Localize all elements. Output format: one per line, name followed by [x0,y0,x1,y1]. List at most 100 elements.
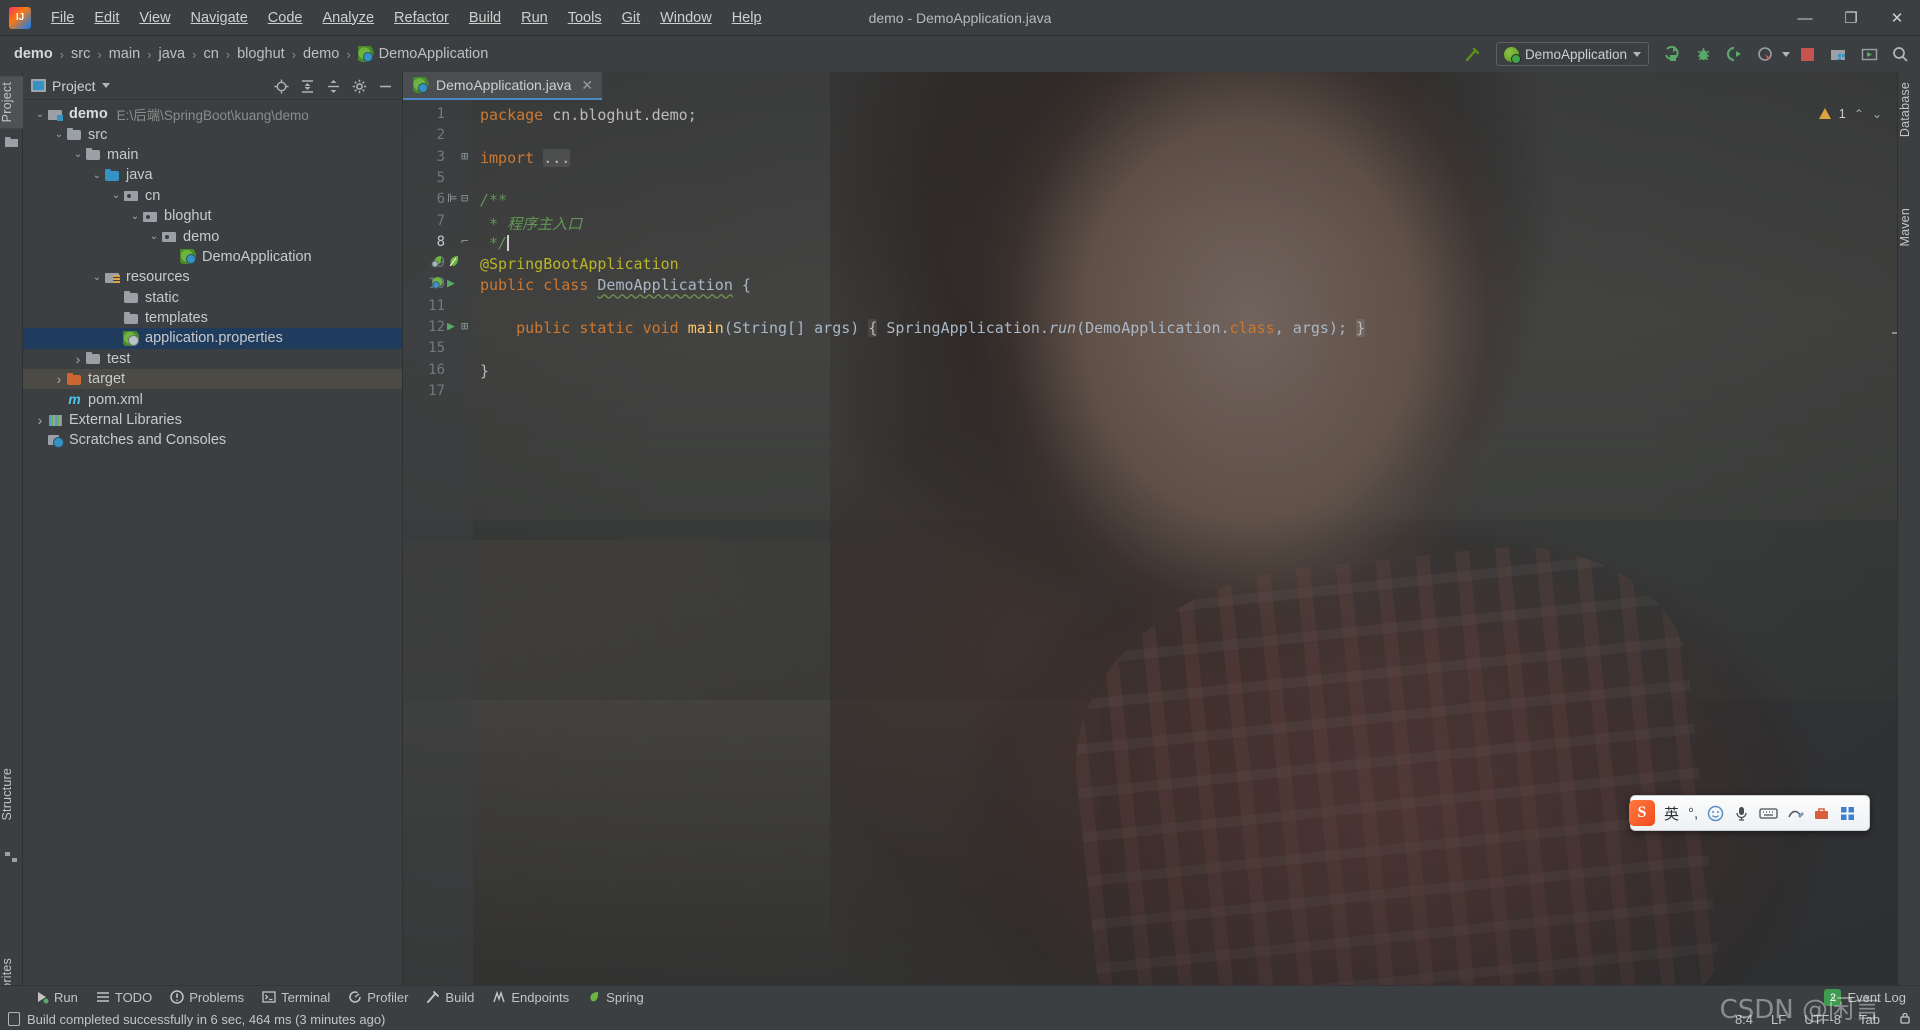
fold-expand-icon[interactable]: ⊞ [461,149,468,163]
tree-item-target[interactable]: › target [23,369,402,390]
tool-window-profiler[interactable]: Profiler [339,986,417,1009]
menu-code[interactable]: Code [258,6,313,30]
chevron-down-icon[interactable]: ⌄ [90,272,104,283]
updates-icon[interactable] [1855,41,1883,67]
hide-icon[interactable] [374,75,396,97]
menu-analyze[interactable]: Analyze [312,6,384,30]
code-line[interactable]: 7 * 程序主入口 [403,213,1920,234]
menu-navigate[interactable]: Navigate [181,6,258,30]
chevron-down-icon[interactable]: ⌄ [33,109,47,120]
minimize-button[interactable]: — [1782,0,1828,36]
tree-item-test[interactable]: › test [23,349,402,369]
tree-item-pom-xml[interactable]: ·m pom.xml [23,389,402,409]
profiler-icon[interactable] [1751,41,1779,67]
collapse-all-icon[interactable] [322,75,344,97]
menu-view[interactable]: View [129,6,180,30]
menu-run[interactable]: Run [511,6,558,30]
menu-file[interactable]: File [41,6,84,30]
structure-icon[interactable] [4,850,19,865]
tool-window-problems[interactable]: Problems [161,986,253,1009]
fold-collapse-icon[interactable]: ⊟ [461,191,468,205]
tree-item-cn[interactable]: ⌄ cn [23,186,402,206]
breadcrumb-item-main[interactable]: main [105,44,144,64]
tool-window-endpoints[interactable]: Endpoints [483,986,578,1009]
project-panel-title[interactable]: Project [31,78,110,94]
menu-git[interactable]: Git [612,6,651,30]
menu-build[interactable]: Build [459,6,511,30]
file-encoding[interactable]: UTF-8 [1804,1012,1841,1027]
tab-close-icon[interactable]: ✕ [581,77,593,94]
keyboard-icon[interactable] [1759,805,1778,822]
run-configuration-selector[interactable]: DemoApplication [1495,42,1649,66]
fold-expand-icon[interactable]: ⊞ [461,319,468,333]
inspection-widget[interactable]: 1 ⌃ ⌄ [1818,106,1882,121]
breadcrumb-item-bloghut[interactable]: bloghut [233,44,289,64]
search-everywhere-icon[interactable] [1886,41,1914,67]
maximize-button[interactable]: ❐ [1828,0,1874,36]
stop-icon[interactable] [1793,41,1821,67]
chevron-down-icon[interactable]: ⌄ [90,170,104,181]
menu-refactor[interactable]: Refactor [384,6,459,30]
breadcrumb-item-demoapplication[interactable]: DemoApplication [354,44,493,64]
microphone-icon[interactable] [1733,805,1750,822]
lock-icon[interactable] [1898,1011,1912,1028]
code-line[interactable]: 1 package cn.bloghut.demo; [403,106,1920,127]
code-line[interactable]: 5 [403,170,1920,191]
chevron-down-icon[interactable]: ⌄ [147,231,161,242]
tree-item-external-libraries[interactable]: › External Libraries [23,410,402,430]
code-line[interactable]: 12 ▶ ⊞ public static void main(String[] ar… [403,319,1920,340]
spring-boot-gutter-icon[interactable] [431,276,444,292]
tool-window-todo[interactable]: TODO [87,986,161,1009]
menu-window[interactable]: Window [650,6,722,30]
breadcrumb-item-demo-pkg[interactable]: demo [299,44,343,64]
code-line[interactable]: 3 ⊞ import ... [403,148,1920,170]
tool-window-run[interactable]: Run [26,986,87,1009]
code-line[interactable]: 17 [403,383,1920,404]
sogou-logo-icon[interactable]: S [1629,800,1655,826]
tree-item-demoapplication[interactable]: · DemoApplication [23,247,402,267]
chevron-down-icon[interactable]: ⌄ [128,211,142,222]
menu-tools[interactable]: Tools [558,6,612,30]
folder-icon[interactable] [4,134,19,149]
chevron-down-icon[interactable]: ⌄ [109,190,123,201]
emoji-icon[interactable] [1707,805,1724,822]
chevron-right-icon[interactable]: › [71,351,85,367]
tree-item-static[interactable]: · static [23,288,402,308]
indent-setting[interactable]: Tab [1859,1012,1880,1027]
chevron-up-icon[interactable]: ⌃ [1854,107,1864,121]
menu-help[interactable]: Help [722,6,772,30]
run-gutter-icon[interactable]: ▶ [447,276,455,291]
tree-item-scratches-and-consoles[interactable]: · Scratches and Consoles [23,430,402,450]
build-hammer-icon[interactable] [1459,41,1487,67]
chevron-right-icon[interactable]: › [33,412,47,428]
tree-item-demo[interactable]: ⌄ demo [23,226,402,246]
breadcrumb-item-java[interactable]: java [154,44,189,64]
tab-demoapplication-java[interactable]: DemoApplication.java ✕ [403,72,603,100]
sidebar-item-maven[interactable]: Maven [1898,202,1920,253]
close-button[interactable]: ✕ [1874,0,1920,36]
code-line[interactable]: 6 ⊫ ⊟ /** [403,191,1920,212]
code-line[interactable]: 2 [403,127,1920,148]
run-with-coverage-icon[interactable] [1720,41,1748,67]
code-editor[interactable]: 1 package cn.bloghut.demo; 2 3 ⊞ import ... 5 6… [403,100,1920,988]
handwriting-icon[interactable] [1787,805,1805,822]
fold-end-icon[interactable]: ⌐ [461,234,468,248]
code-line[interactable]: 8 ⌐ */ [403,234,1920,255]
bookmark-icon[interactable]: ⊫ [447,191,457,205]
gear-icon[interactable] [348,75,370,97]
menu-edit[interactable]: Edit [84,6,129,30]
chevron-down-icon[interactable]: ⌄ [1872,107,1882,121]
tool-window-terminal[interactable]: Terminal [253,986,339,1009]
tool-window-build[interactable]: Build [417,986,483,1009]
sidebar-item-structure[interactable]: Structure [0,762,23,827]
tool-window-spring[interactable]: Spring [578,986,653,1009]
spring-config-gutter-icon[interactable] [447,255,460,271]
tree-item-src[interactable]: ⌄ src [23,124,402,144]
toolbox-icon[interactable] [1813,805,1830,822]
run-icon[interactable] [1658,41,1686,67]
debug-icon[interactable] [1689,41,1717,67]
tree-item-resources[interactable]: ⌄ resources [23,267,402,287]
spring-bean-gutter-icon[interactable] [431,255,444,271]
breadcrumb-item-src[interactable]: src [67,44,94,64]
ime-language-mode[interactable]: 英 [1664,803,1679,824]
